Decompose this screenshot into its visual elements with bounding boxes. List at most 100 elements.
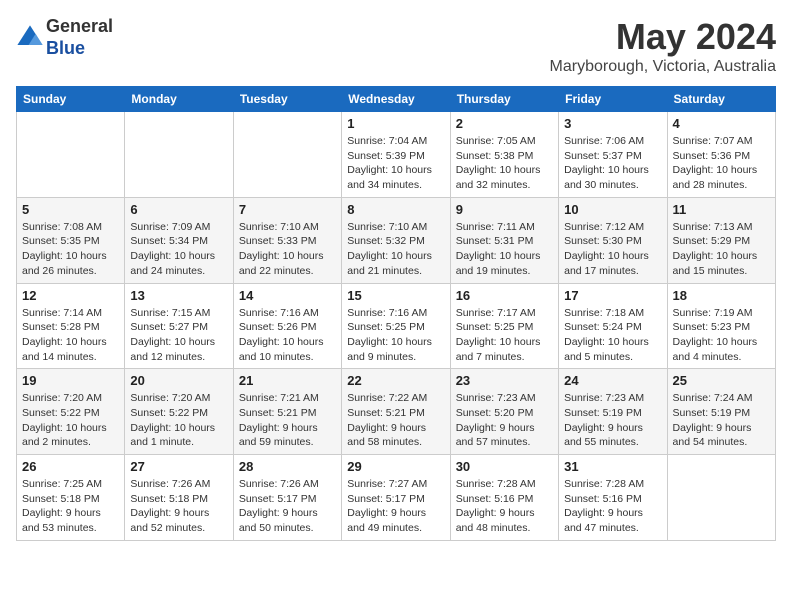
calendar-cell: 11 Sunrise: 7:13 AM Sunset: 5:29 PM Dayli… [667,197,775,283]
day-number: 30 [456,459,553,474]
day-number: 28 [239,459,336,474]
day-number: 12 [22,288,119,303]
day-number: 4 [673,116,770,131]
day-info: Sunrise: 7:26 AM Sunset: 5:18 PM Dayligh… [130,477,227,536]
day-info: Sunrise: 7:28 AM Sunset: 5:16 PM Dayligh… [564,477,661,536]
day-number: 25 [673,373,770,388]
day-number: 8 [347,202,444,217]
day-number: 29 [347,459,444,474]
day-info: Sunrise: 7:10 AM Sunset: 5:33 PM Dayligh… [239,220,336,279]
day-info: Sunrise: 7:18 AM Sunset: 5:24 PM Dayligh… [564,306,661,365]
calendar-cell: 3Sunrise: 7:06 AM Sunset: 5:37 PM Daylig… [559,112,667,198]
calendar-cell: 28Sunrise: 7:26 AM Sunset: 5:17 PM Dayli… [233,455,341,541]
calendar-cell: 13 Sunrise: 7:15 AM Sunset: 5:27 PM Dayli… [125,283,233,369]
day-number: 6 [130,202,227,217]
calendar-cell: 22 Sunrise: 7:22 AM Sunset: 5:21 PM Dayli… [342,369,450,455]
logo-icon [16,24,44,52]
day-number: 22 [347,373,444,388]
page-header: General Blue May 2024 Maryborough, Victo… [16,16,776,76]
calendar-cell: 2 Sunrise: 7:05 AM Sunset: 5:38 PM Daylig… [450,112,558,198]
day-number: 27 [130,459,227,474]
day-info: Sunrise: 7:16 AM Sunset: 5:25 PM Dayligh… [347,306,444,365]
calendar-week-2: 5 Sunrise: 7:08 AM Sunset: 5:35 PM Daylig… [17,197,776,283]
calendar-cell: 5 Sunrise: 7:08 AM Sunset: 5:35 PM Daylig… [17,197,125,283]
calendar-cell [667,455,775,541]
day-number: 14 [239,288,336,303]
calendar-cell: 29 Sunrise: 7:27 AM Sunset: 5:17 PM Dayli… [342,455,450,541]
day-info: Sunrise: 7:22 AM Sunset: 5:21 PM Dayligh… [347,391,444,450]
calendar-cell: 12 Sunrise: 7:14 AM Sunset: 5:28 PM Dayli… [17,283,125,369]
calendar-table: SundayMondayTuesdayWednesdayThursdayFrid… [16,86,776,541]
calendar-cell: 30Sunrise: 7:28 AM Sunset: 5:16 PM Dayli… [450,455,558,541]
logo-text: General Blue [46,16,113,59]
day-number: 9 [456,202,553,217]
day-number: 18 [673,288,770,303]
day-info: Sunrise: 7:23 AM Sunset: 5:19 PM Dayligh… [564,391,661,450]
day-info: Sunrise: 7:08 AM Sunset: 5:35 PM Dayligh… [22,220,119,279]
calendar-cell [17,112,125,198]
calendar-cell: 24 Sunrise: 7:23 AM Sunset: 5:19 PM Dayli… [559,369,667,455]
day-info: Sunrise: 7:14 AM Sunset: 5:28 PM Dayligh… [22,306,119,365]
calendar-cell: 31 Sunrise: 7:28 AM Sunset: 5:16 PM Dayli… [559,455,667,541]
title-block: May 2024 Maryborough, Victoria, Australi… [550,16,776,76]
col-header-saturday: Saturday [667,87,775,112]
day-info: Sunrise: 7:13 AM Sunset: 5:29 PM Dayligh… [673,220,770,279]
day-info: Sunrise: 7:20 AM Sunset: 5:22 PM Dayligh… [22,391,119,450]
day-info: Sunrise: 7:05 AM Sunset: 5:38 PM Dayligh… [456,134,553,193]
calendar-cell: 4 Sunrise: 7:07 AM Sunset: 5:36 PM Daylig… [667,112,775,198]
day-number: 13 [130,288,227,303]
day-number: 2 [456,116,553,131]
day-number: 5 [22,202,119,217]
calendar-cell [233,112,341,198]
calendar-cell: 8 Sunrise: 7:10 AM Sunset: 5:32 PM Daylig… [342,197,450,283]
calendar-cell: 10Sunrise: 7:12 AM Sunset: 5:30 PM Dayli… [559,197,667,283]
location: Maryborough, Victoria, Australia [550,58,776,76]
day-number: 15 [347,288,444,303]
calendar-cell: 19 Sunrise: 7:20 AM Sunset: 5:22 PM Dayli… [17,369,125,455]
day-info: Sunrise: 7:19 AM Sunset: 5:23 PM Dayligh… [673,306,770,365]
calendar-cell: 15 Sunrise: 7:16 AM Sunset: 5:25 PM Dayli… [342,283,450,369]
col-header-monday: Monday [125,87,233,112]
calendar-header: SundayMondayTuesdayWednesdayThursdayFrid… [17,87,776,112]
col-header-thursday: Thursday [450,87,558,112]
day-number: 26 [22,459,119,474]
calendar-cell: 16 Sunrise: 7:17 AM Sunset: 5:25 PM Dayli… [450,283,558,369]
calendar-cell: 27 Sunrise: 7:26 AM Sunset: 5:18 PM Dayli… [125,455,233,541]
day-number: 20 [130,373,227,388]
calendar-cell: 6Sunrise: 7:09 AM Sunset: 5:34 PM Daylig… [125,197,233,283]
col-header-wednesday: Wednesday [342,87,450,112]
day-number: 16 [456,288,553,303]
day-info: Sunrise: 7:25 AM Sunset: 5:18 PM Dayligh… [22,477,119,536]
calendar-cell: 26 Sunrise: 7:25 AM Sunset: 5:18 PM Dayli… [17,455,125,541]
day-number: 7 [239,202,336,217]
calendar-cell: 25 Sunrise: 7:24 AM Sunset: 5:19 PM Dayli… [667,369,775,455]
calendar-cell: 14 Sunrise: 7:16 AM Sunset: 5:26 PM Dayli… [233,283,341,369]
day-info: Sunrise: 7:21 AM Sunset: 5:21 PM Dayligh… [239,391,336,450]
day-info: Sunrise: 7:11 AM Sunset: 5:31 PM Dayligh… [456,220,553,279]
day-number: 21 [239,373,336,388]
day-number: 19 [22,373,119,388]
day-info: Sunrise: 7:23 AM Sunset: 5:20 PM Dayligh… [456,391,553,450]
day-number: 11 [673,202,770,217]
col-header-sunday: Sunday [17,87,125,112]
day-info: Sunrise: 7:10 AM Sunset: 5:32 PM Dayligh… [347,220,444,279]
day-info: Sunrise: 7:12 AM Sunset: 5:30 PM Dayligh… [564,220,661,279]
day-info: Sunrise: 7:24 AM Sunset: 5:19 PM Dayligh… [673,391,770,450]
day-info: Sunrise: 7:16 AM Sunset: 5:26 PM Dayligh… [239,306,336,365]
calendar-cell: 7 Sunrise: 7:10 AM Sunset: 5:33 PM Daylig… [233,197,341,283]
day-info: Sunrise: 7:27 AM Sunset: 5:17 PM Dayligh… [347,477,444,536]
day-info: Sunrise: 7:17 AM Sunset: 5:25 PM Dayligh… [456,306,553,365]
day-number: 31 [564,459,661,474]
calendar-cell: 23 Sunrise: 7:23 AM Sunset: 5:20 PM Dayli… [450,369,558,455]
calendar-cell: 18 Sunrise: 7:19 AM Sunset: 5:23 PM Dayli… [667,283,775,369]
day-info: Sunrise: 7:07 AM Sunset: 5:36 PM Dayligh… [673,134,770,193]
day-number: 24 [564,373,661,388]
day-info: Sunrise: 7:04 AM Sunset: 5:39 PM Dayligh… [347,134,444,193]
calendar-cell: 9 Sunrise: 7:11 AM Sunset: 5:31 PM Daylig… [450,197,558,283]
day-info: Sunrise: 7:06 AM Sunset: 5:37 PM Dayligh… [564,134,661,193]
calendar-cell: 1Sunrise: 7:04 AM Sunset: 5:39 PM Daylig… [342,112,450,198]
day-number: 23 [456,373,553,388]
col-header-friday: Friday [559,87,667,112]
calendar-week-3: 12 Sunrise: 7:14 AM Sunset: 5:28 PM Dayli… [17,283,776,369]
day-info: Sunrise: 7:15 AM Sunset: 5:27 PM Dayligh… [130,306,227,365]
